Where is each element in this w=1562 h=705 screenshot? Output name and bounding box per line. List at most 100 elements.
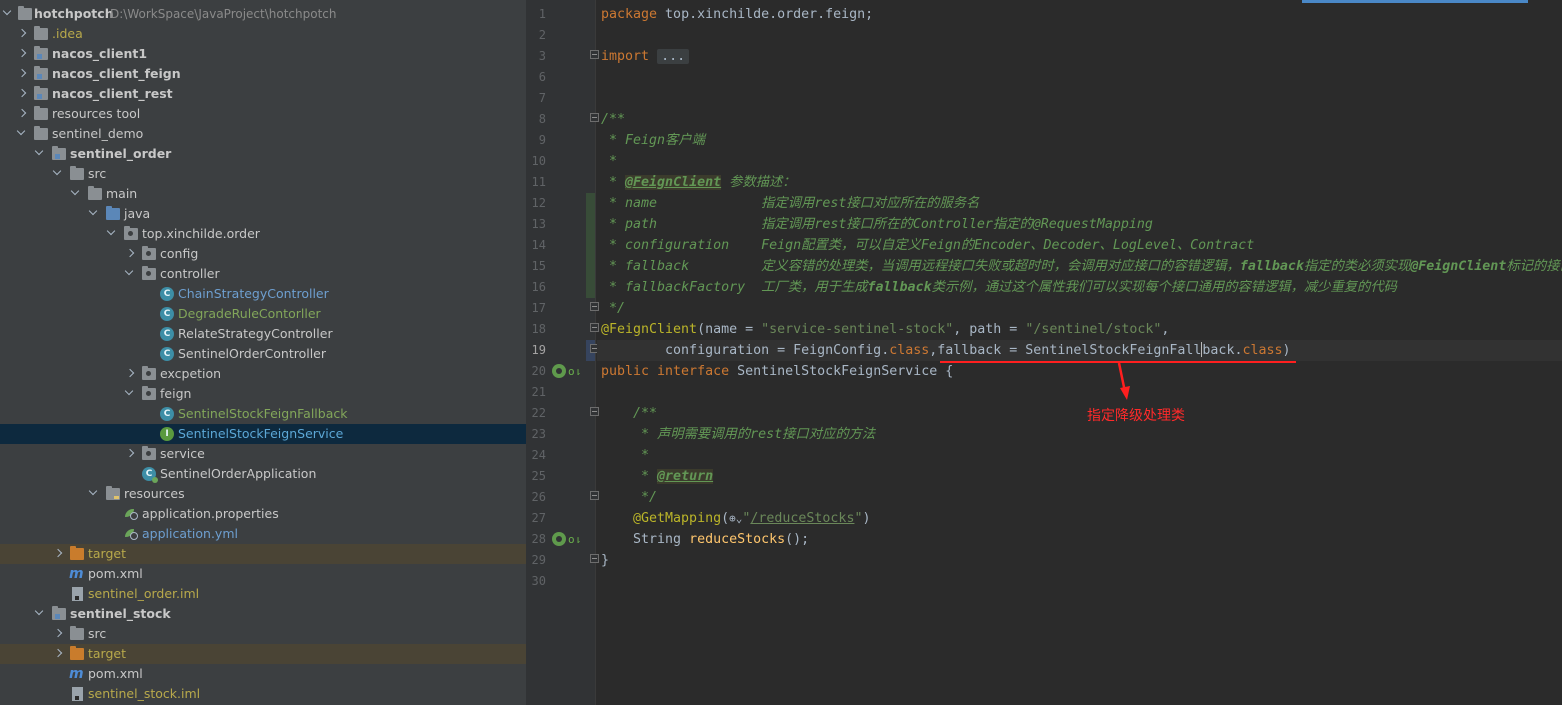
code-line[interactable]: * Feign客户端 [601,130,705,151]
code-line[interactable]: String reduceStocks(); [601,529,809,550]
fold-toggle-icon[interactable] [590,113,599,122]
code-line[interactable]: * 声明需要调用的rest接口对应的方法 [601,424,875,445]
code-line[interactable]: @FeignClient(name = "service-sentinel-st… [601,319,1169,340]
tree-item-sentinel-stock-feign-service[interactable]: I SentinelStockFeignService [0,424,526,444]
tree-item-pom-xml[interactable]: m pom.xml [0,564,526,584]
tree-item-controller[interactable]: controller [0,264,526,284]
chevron-down-icon[interactable] [34,604,46,624]
spring-bean-gutter-icon[interactable] [552,364,566,378]
chevron-down-icon[interactable] [16,124,28,144]
chevron-down-icon[interactable] [2,4,14,24]
tree-item-target[interactable]: target [0,544,526,564]
tree-item-service[interactable]: service [0,444,526,464]
chevron-down-icon[interactable] [124,264,136,284]
tree-item-sentinel-order-iml[interactable]: sentinel_order.iml [0,584,526,604]
tree-item-package[interactable]: top.xinchilde.order [0,224,526,244]
chevron-down-icon[interactable] [88,484,100,504]
code-line[interactable]: * name 指定调用rest接口对应所在的服务名 [601,193,979,214]
tree-item-main[interactable]: main [0,184,526,204]
chevron-down-icon[interactable] [70,184,82,204]
chevron-down-icon[interactable] [52,164,64,184]
chevron-right-icon[interactable] [16,24,28,44]
code-line[interactable]: public interface SentinelStockFeignServi… [601,361,953,382]
chevron-right-icon[interactable] [124,364,136,384]
tree-item-stock-pom-xml[interactable]: m pom.xml [0,664,526,684]
code-line[interactable]: /** [601,109,625,130]
code-line[interactable]: import ... [601,46,690,67]
chevron-right-icon[interactable] [124,444,136,464]
fold-toggle-icon[interactable] [590,407,599,416]
chevron-right-icon[interactable] [16,64,28,84]
chevron-right-icon[interactable] [52,644,64,664]
tree-item-stock-target[interactable]: target [0,644,526,664]
chevron-right-icon[interactable] [124,244,136,264]
code-line[interactable]: /** [601,403,657,424]
code-line[interactable]: */ [601,298,625,319]
tree-item-resources-tool[interactable]: resources tool [0,104,526,124]
code-line[interactable]: } [601,550,609,571]
tree-item-sentinel-demo[interactable]: sentinel_demo [0,124,526,144]
line-number: 16 [531,280,546,294]
code-line[interactable]: * configuration Feign配置类，可以自定义Feign的Enco… [601,235,1254,256]
tree-item-sentinel-order-controller[interactable]: C SentinelOrderController [0,344,526,364]
tree-item-src[interactable]: src [0,164,526,184]
chevron-down-icon[interactable] [34,144,46,164]
tree-item-excpetion[interactable]: excpetion [0,364,526,384]
tree-item-java[interactable]: java [0,204,526,224]
spring-bean-gutter-icon[interactable] [552,532,566,546]
fold-toggle-icon[interactable] [590,50,599,59]
tree-item-sentinel-stock-iml[interactable]: sentinel_stock.iml [0,684,526,704]
implemented-gutter-icon[interactable]: o⇂ [568,529,581,550]
fold-toggle-icon[interactable] [590,491,599,500]
code-line[interactable]: * path 指定调用rest接口所在的Controller指定的@Reques… [601,214,1153,235]
code-line[interactable]: */ [601,487,657,508]
tree-item-resources[interactable]: resources [0,484,526,504]
endpoint-link[interactable]: /reduceStocks [750,511,854,526]
chevron-right-icon[interactable] [52,544,64,564]
vcs-change-marker[interactable] [586,193,595,298]
tree-item-nacos-client-feign[interactable]: nacos_client_feign [0,64,526,84]
code-line[interactable]: package top.xinchilde.order.feign; [601,4,873,25]
code-line[interactable]: * @FeignClient 参数描述： [601,172,796,193]
tree-item-idea[interactable]: .idea [0,24,526,44]
tree-item-stock-src[interactable]: src [0,624,526,644]
chevron-right-icon[interactable] [16,84,28,104]
chevron-right-icon[interactable] [16,44,28,64]
fold-toggle-icon[interactable] [590,323,599,332]
tree-item-nacos-client-rest[interactable]: nacos_client_rest [0,84,526,104]
code-line[interactable]: * [601,445,649,466]
tree-item-feign[interactable]: feign [0,384,526,404]
code-line[interactable]: @GetMapping(⊕⌄"/reduceStocks") [601,508,870,529]
tree-item-relate-strategy-controller[interactable]: C RelateStrategyController [0,324,526,344]
chevron-down-icon[interactable] [124,384,136,404]
fold-toggle-icon[interactable] [590,554,599,563]
code-line[interactable]: * [601,151,617,172]
tree-root[interactable]: hotchpotch D:\WorkSpace\JavaProject\hotc… [0,4,526,24]
line-number: 21 [531,385,546,399]
tree-item-application-properties[interactable]: application.properties [0,504,526,524]
tree-item-sentinel-order[interactable]: sentinel_order [0,144,526,164]
endpoint-globe-icon[interactable]: ⊕⌄ [729,512,742,525]
tree-item-sentinel-order-application[interactable]: C SentinelOrderApplication [0,464,526,484]
chevron-right-icon[interactable] [52,624,64,644]
code-line[interactable]: * fallbackFactory 工厂类，用于生成fallback类示例，通过… [601,277,1397,298]
implemented-gutter-icon[interactable]: o⇂ [568,361,581,382]
tree-item-nacos-client1[interactable]: nacos_client1 [0,44,526,64]
chevron-down-icon[interactable] [88,204,100,224]
code-line[interactable]: * fallback 定义容错的处理类，当调用远程接口失败或超时时，会调用对应接… [601,256,1562,277]
tree-item-label: .idea [52,26,83,41]
line-number: 19 [531,343,546,357]
tree-item-config[interactable]: config [0,244,526,264]
tree-item-chain-strategy-controller[interactable]: C ChainStrategyController [0,284,526,304]
fold-toggle-icon[interactable] [590,302,599,311]
code-editor[interactable]: 1 2 3 6 7 8 9 10 11 12 13 14 15 16 17 18… [526,0,1562,705]
code-line[interactable]: * @return [601,466,714,487]
tree-item-sentinel-stock[interactable]: sentinel_stock [0,604,526,624]
folded-imports[interactable]: ... [657,49,690,64]
chevron-right-icon[interactable] [16,104,28,124]
chevron-down-icon[interactable] [106,224,118,244]
current-code-line[interactable]: configuration = FeignConfig.class,fallba… [597,340,1562,361]
tree-item-application-yml[interactable]: application.yml [0,524,526,544]
tree-item-degrade-rule-contorller[interactable]: C DegradeRuleContorller [0,304,526,324]
tree-item-sentinel-stock-feign-fallback[interactable]: C SentinelStockFeignFallback [0,404,526,424]
